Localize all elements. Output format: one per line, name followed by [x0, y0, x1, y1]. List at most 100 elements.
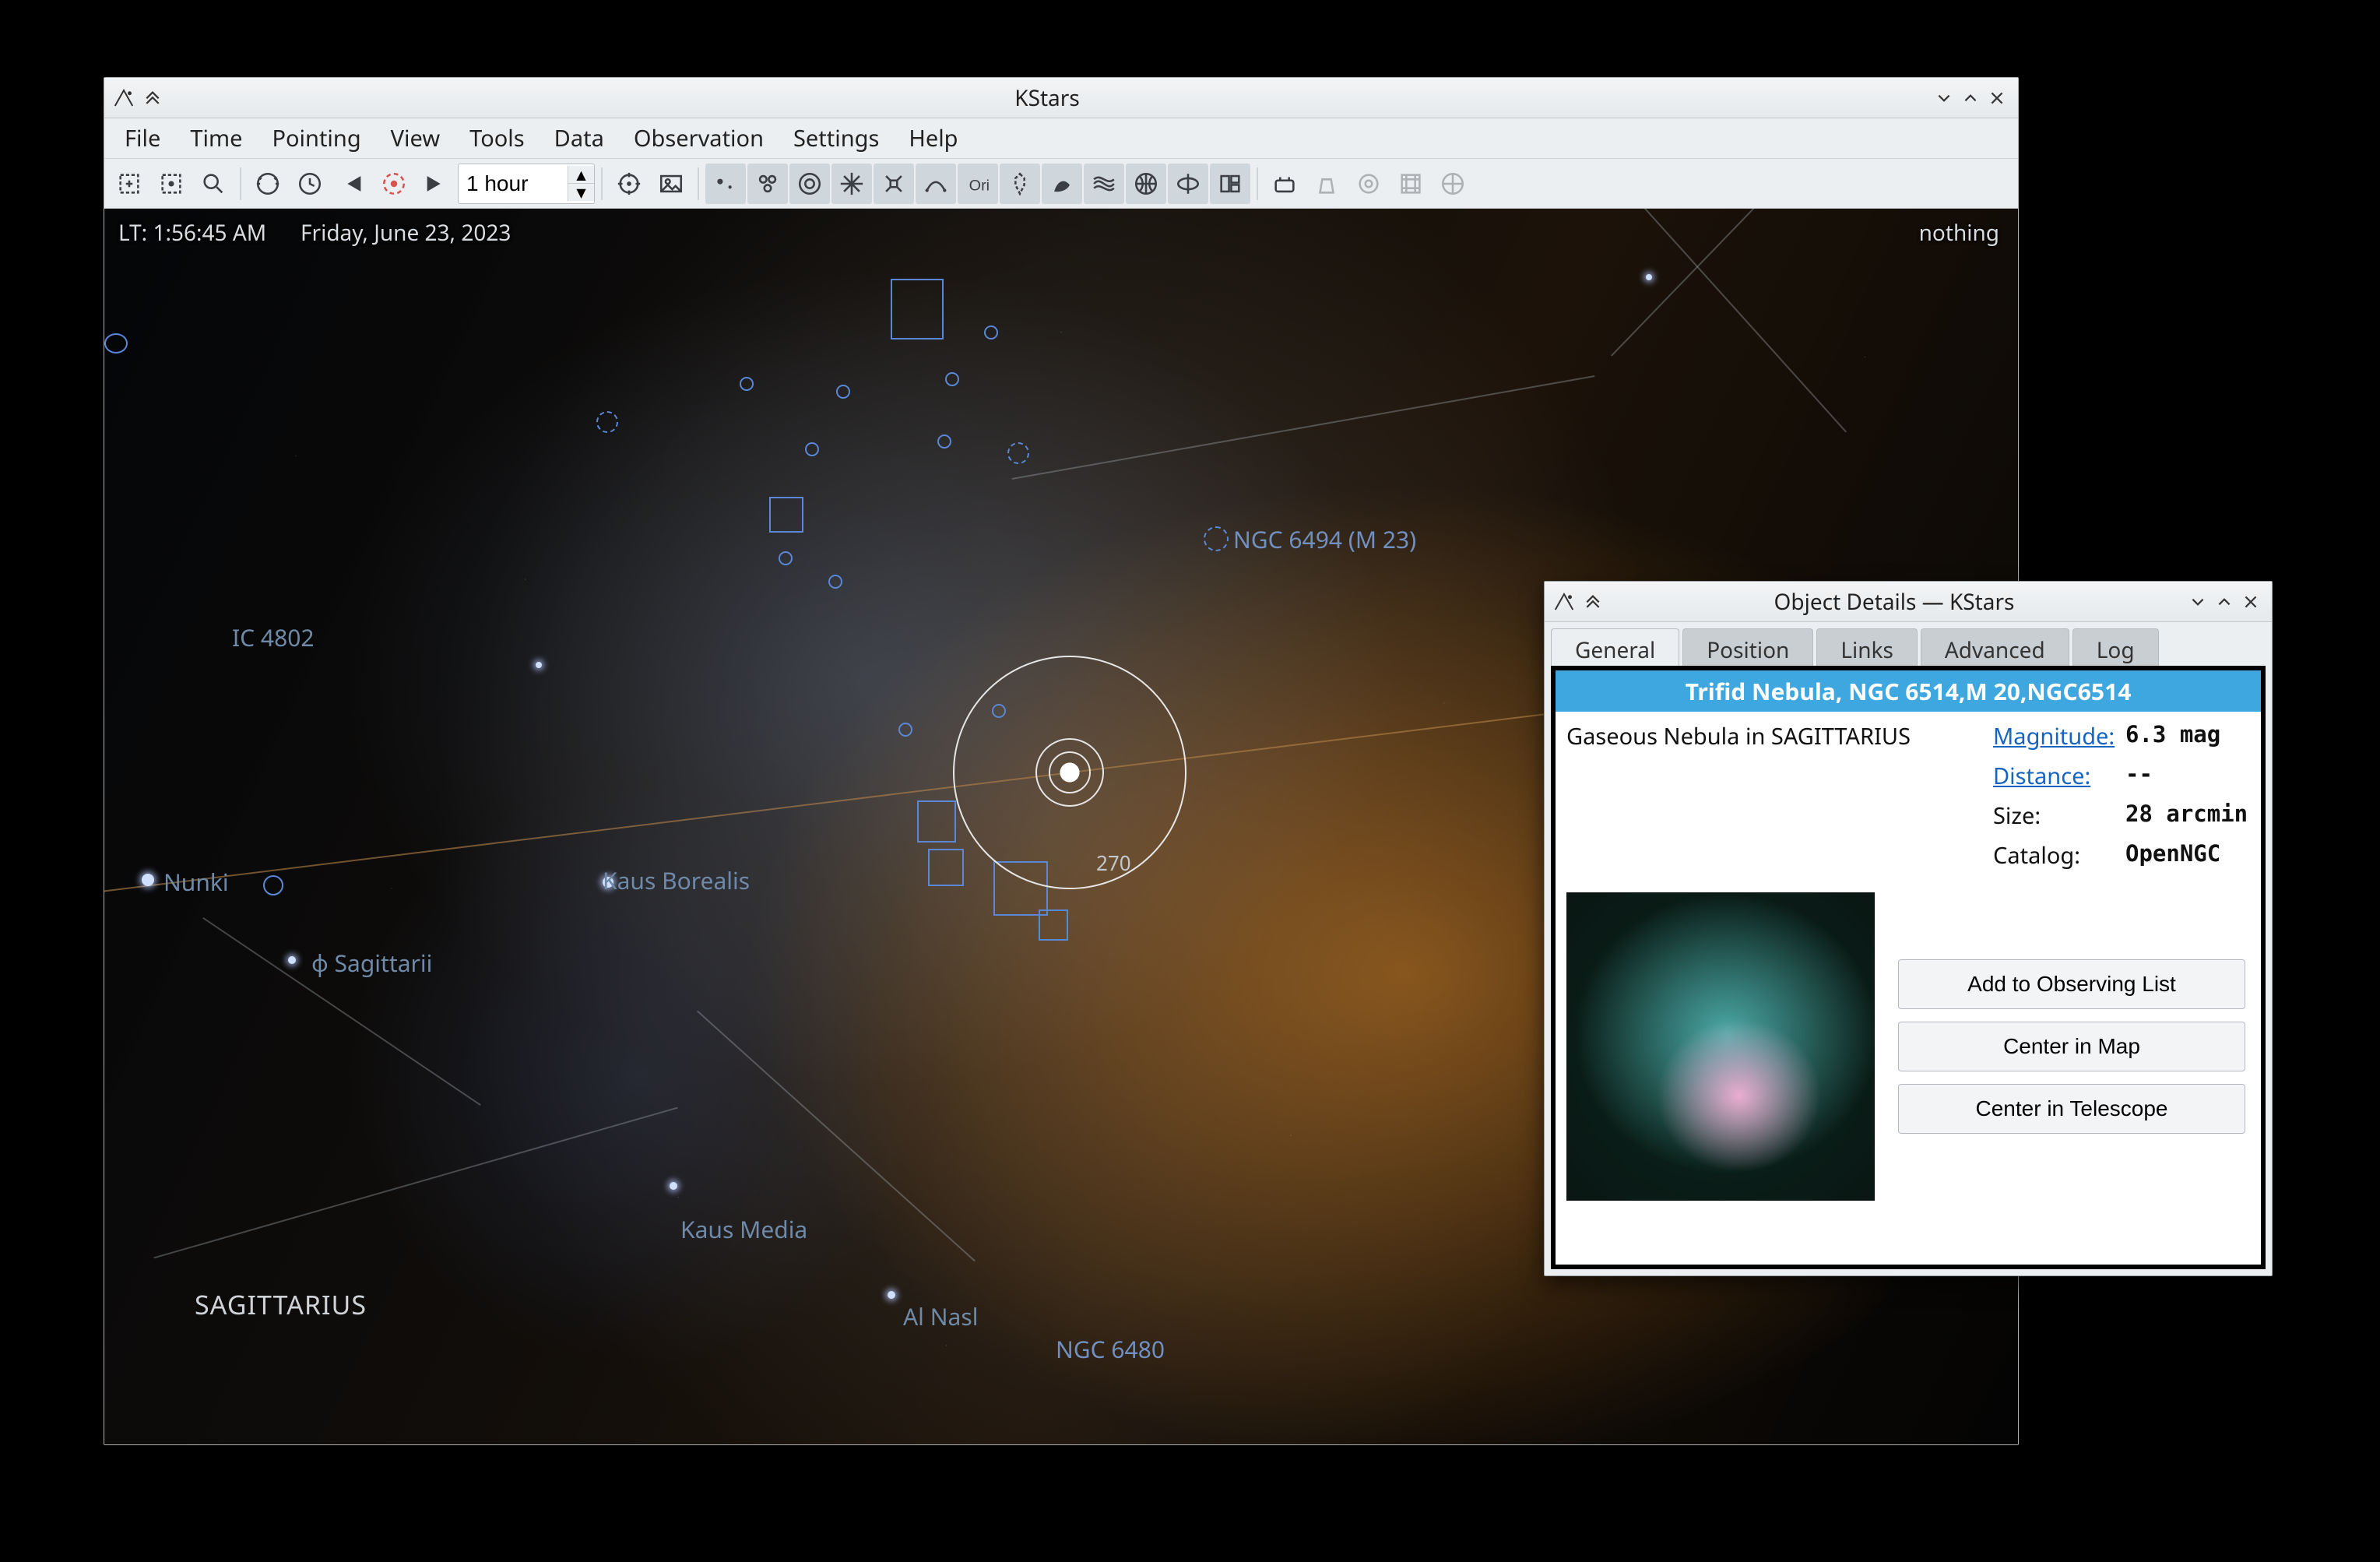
object-marker[interactable] [263, 875, 283, 895]
zoom-out-icon[interactable] [151, 164, 192, 204]
toggle-eq-grid-icon[interactable] [1126, 164, 1166, 204]
object-marker[interactable] [937, 434, 951, 449]
bright-star[interactable] [670, 1182, 677, 1190]
close-button[interactable] [1984, 85, 2010, 111]
deep-sky-marker[interactable] [1039, 909, 1068, 941]
label-ngc6480[interactable]: NGC 6480 [1056, 1333, 1165, 1365]
menu-file[interactable]: File [111, 118, 174, 158]
details-minimize-button[interactable] [2185, 589, 2211, 615]
bright-star[interactable] [888, 1291, 895, 1299]
bright-star[interactable] [536, 662, 542, 668]
menu-data[interactable]: Data [540, 118, 618, 158]
status-text: nothing [1919, 218, 1999, 248]
deep-sky-marker[interactable] [917, 800, 956, 843]
tab-position[interactable]: Position [1682, 628, 1813, 666]
center-in-telescope-button[interactable]: Center in Telescope [1898, 1084, 2245, 1134]
center-in-map-button[interactable]: Center in Map [1898, 1022, 2245, 1071]
toggle-const-bound-icon[interactable] [1000, 164, 1040, 204]
menu-help[interactable]: Help [895, 118, 972, 158]
deep-sky-marker[interactable] [769, 497, 803, 533]
details-panel: Trifid Nebula, NGC 6514,M 20,NGC6514 Gas… [1551, 666, 2266, 1269]
label-kaus-media[interactable]: Kaus Media [680, 1213, 807, 1245]
forward-icon[interactable] [416, 164, 456, 204]
details-close-button[interactable] [2238, 589, 2264, 615]
minimize-button[interactable] [1931, 85, 1957, 111]
toggle-horiz-grid-icon[interactable] [1168, 164, 1208, 204]
object-marker[interactable] [104, 333, 128, 354]
label-al-nasl[interactable]: Al Nasl [903, 1300, 978, 1332]
object-marker[interactable] [984, 325, 998, 339]
deep-sky-marker[interactable] [891, 279, 944, 339]
object-marker[interactable] [1204, 526, 1229, 551]
object-type-line: Gaseous Nebula in SAGITTARIUS Magnitude:… [1566, 721, 2250, 871]
magnitude-value: 6.3 mag [2125, 721, 2250, 751]
zoom-in-icon[interactable] [109, 164, 149, 204]
toggle-const-lines-icon[interactable] [916, 164, 956, 204]
rewind-icon[interactable] [332, 164, 372, 204]
find-icon[interactable] [193, 164, 234, 204]
time-step-down[interactable]: ▼ [568, 184, 594, 201]
object-marker[interactable] [945, 372, 959, 386]
bright-star[interactable] [288, 956, 296, 964]
target-icon[interactable] [609, 164, 649, 204]
local-time: LT: 1:56:45 AM [118, 218, 266, 248]
object-marker[interactable] [779, 551, 793, 565]
clock-icon[interactable] [290, 164, 330, 204]
object-marker[interactable] [1007, 442, 1029, 464]
ekos-icon[interactable] [1264, 164, 1305, 204]
details-titlebar[interactable]: Object Details — KStars [1545, 582, 2272, 622]
object-thumbnail[interactable] [1566, 892, 1875, 1201]
label-nunki[interactable]: Nunki [163, 866, 229, 898]
stop-clock-icon[interactable] [374, 164, 414, 204]
details-maximize-button[interactable] [2211, 589, 2238, 615]
object-marker[interactable] [596, 411, 618, 433]
object-details-dialog[interactable]: Object Details — KStars General Position… [1544, 581, 2273, 1276]
label-ic4802[interactable]: IC 4802 [232, 621, 315, 653]
menu-view[interactable]: View [377, 118, 454, 158]
menu-settings[interactable]: Settings [779, 118, 893, 158]
object-marker[interactable] [836, 385, 850, 399]
tab-general[interactable]: General [1551, 628, 1679, 666]
deep-sky-marker[interactable] [928, 849, 964, 886]
catalog-label: Catalog: [1993, 840, 2125, 871]
time-step-input[interactable] [459, 165, 568, 202]
collapse-icon[interactable] [142, 86, 163, 110]
menu-pointing[interactable]: Pointing [258, 118, 374, 158]
set-time-icon[interactable] [248, 164, 288, 204]
label-phi-sgr[interactable]: φ Sagittarii [311, 947, 432, 979]
object-marker[interactable] [740, 377, 754, 391]
toggle-stars-icon[interactable] [705, 164, 746, 204]
label-ngc6494[interactable]: NGC 6494 (M 23) [1233, 523, 1416, 555]
time-step-up[interactable]: ▲ [568, 166, 594, 184]
toggle-milky-way-icon[interactable] [1084, 164, 1124, 204]
maximize-button[interactable] [1957, 85, 1984, 111]
toggle-const-art-icon[interactable] [1042, 164, 1082, 204]
menu-time[interactable]: Time [176, 118, 256, 158]
toolbar: ▲ ▼ Ori [104, 159, 2018, 209]
tab-log[interactable]: Log [2072, 628, 2159, 666]
bright-star[interactable] [142, 874, 154, 886]
add-observing-list-button[interactable]: Add to Observing List [1898, 959, 2245, 1009]
label-kaus-borealis[interactable]: Kaus Borealis [603, 864, 750, 896]
toggle-satellites-icon[interactable] [874, 164, 914, 204]
toggle-deep-sky-icon[interactable] [747, 164, 788, 204]
object-marker[interactable] [898, 723, 912, 737]
toggle-const-names-icon[interactable]: Ori [958, 164, 998, 204]
collapse-icon[interactable] [1582, 590, 1604, 614]
distance-label[interactable]: Distance: [1993, 761, 2125, 791]
object-marker[interactable] [805, 442, 819, 456]
image-icon[interactable] [651, 164, 691, 204]
main-titlebar[interactable]: KStars [104, 78, 2018, 118]
magnitude-label[interactable]: Magnitude: [1993, 721, 2125, 751]
tab-advanced[interactable]: Advanced [1921, 628, 2069, 666]
object-selected[interactable] [1049, 751, 1091, 793]
toggle-ground-icon[interactable] [1210, 164, 1250, 204]
toggle-supernovae-icon[interactable] [831, 164, 872, 204]
object-marker[interactable] [828, 575, 842, 589]
bright-star[interactable] [1646, 274, 1652, 280]
menu-observation[interactable]: Observation [620, 118, 778, 158]
time-step-field[interactable]: ▲ ▼ [458, 164, 595, 204]
tab-links[interactable]: Links [1816, 628, 1918, 666]
toggle-solar-system-icon[interactable] [789, 164, 830, 204]
menu-tools[interactable]: Tools [455, 118, 539, 158]
